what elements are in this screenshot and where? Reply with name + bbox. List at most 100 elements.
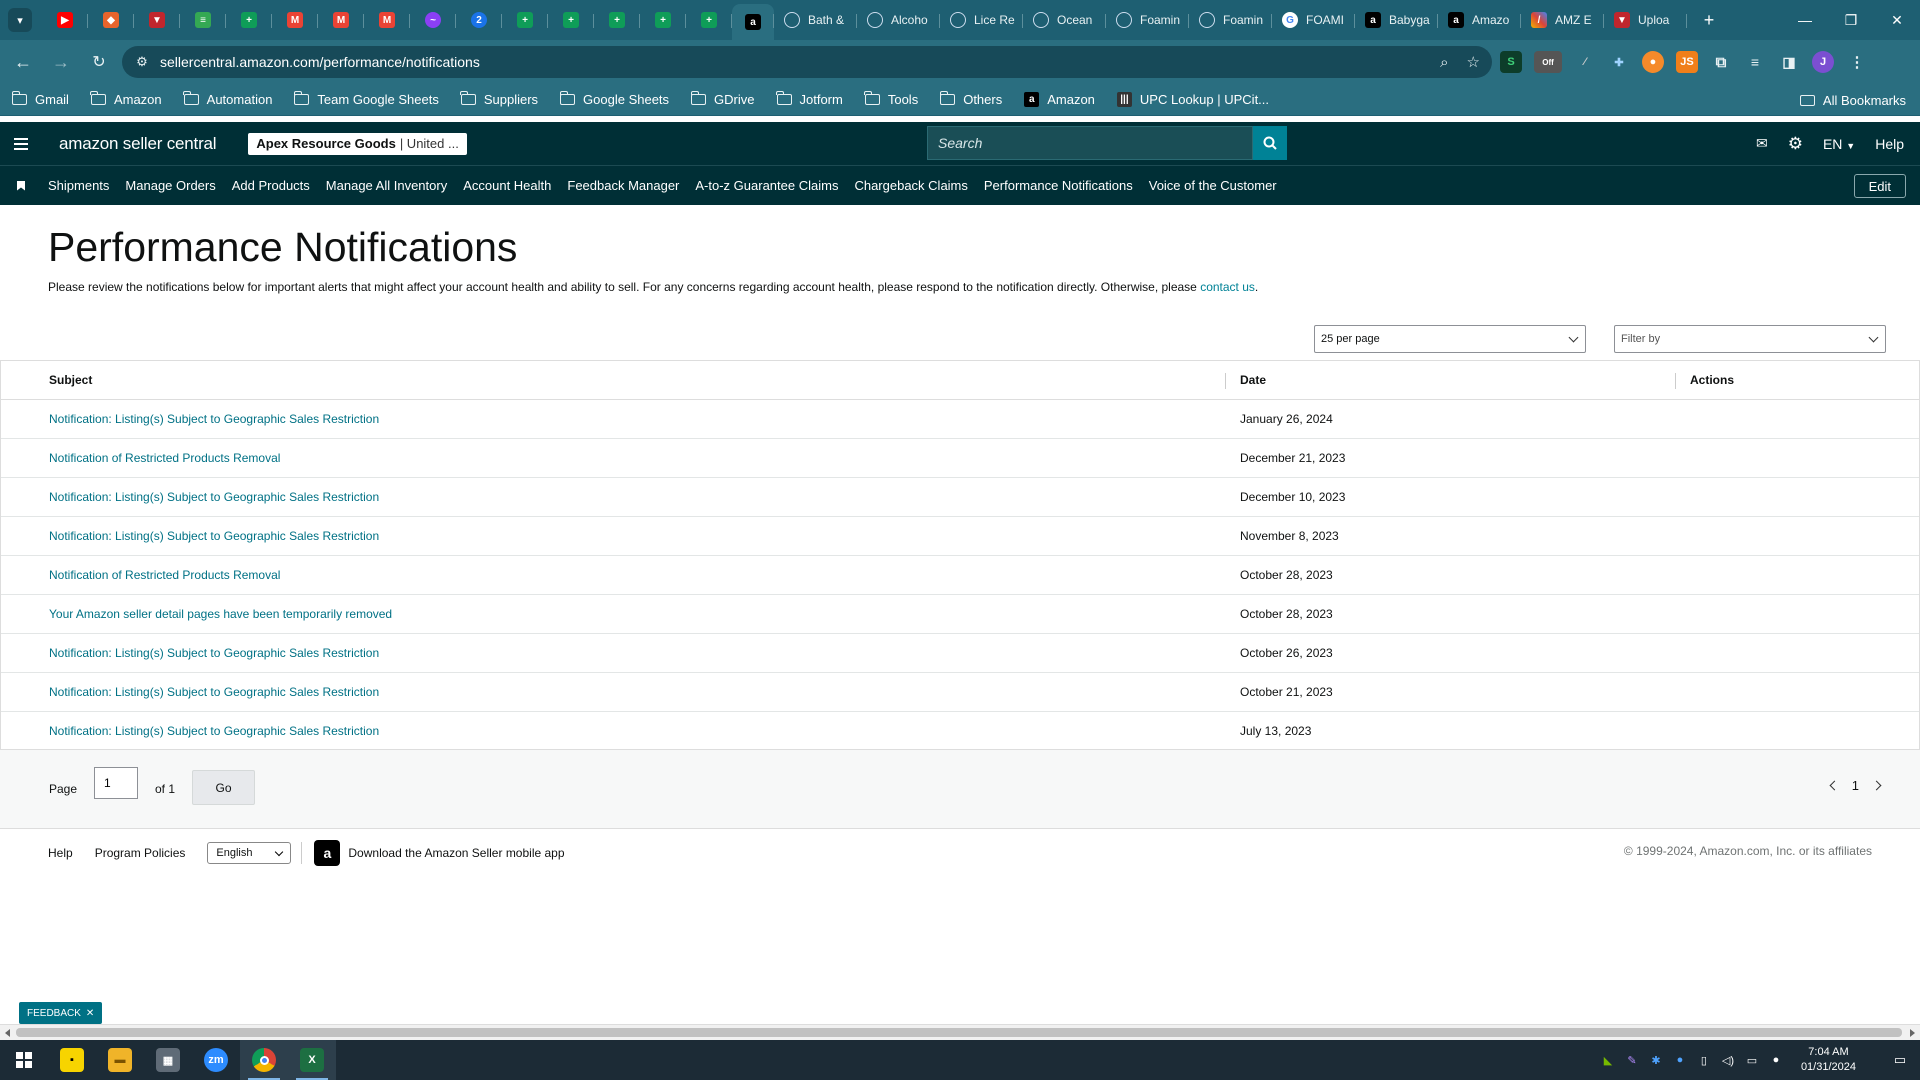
- media-control-icon[interactable]: ≡: [1744, 51, 1766, 73]
- reload-icon[interactable]: ↻: [82, 45, 116, 79]
- taskbar-chrome[interactable]: [240, 1040, 288, 1080]
- bookmark-star-icon[interactable]: ☆: [1467, 53, 1480, 71]
- pinned-tab-4[interactable]: ≡: [180, 4, 226, 36]
- bookmark-folder[interactable]: Jotform: [776, 91, 843, 107]
- bluetooth-icon[interactable]: ✱: [1649, 1053, 1663, 1067]
- pinned-tab-3[interactable]: ▼: [134, 4, 180, 36]
- bookmark-icon[interactable]: [17, 180, 25, 191]
- close-icon[interactable]: ✕: [86, 1008, 94, 1019]
- tab-5[interactable]: Foamin: [1189, 4, 1272, 36]
- feedback-button[interactable]: FEEDBACK ✕: [19, 1002, 103, 1024]
- bookmark-folder[interactable]: Google Sheets: [559, 91, 669, 107]
- bookmark-folder[interactable]: Automation: [183, 91, 272, 107]
- nav-link[interactable]: Feedback Manager: [567, 178, 679, 193]
- system-clock[interactable]: 7:04 AM 01/31/2024: [1801, 1045, 1856, 1075]
- chevron-right-icon[interactable]: [1871, 780, 1882, 791]
- tab-search-button[interactable]: ▾: [8, 8, 32, 32]
- taskbar-zoom[interactable]: zm: [192, 1040, 240, 1080]
- pinned-tab-13[interactable]: +: [594, 4, 640, 36]
- nav-link[interactable]: A-to-z Guarantee Claims: [695, 178, 838, 193]
- notification-subject-link[interactable]: Notification: Listing(s) Subject to Geog…: [49, 529, 379, 543]
- extension-icon[interactable]: ⁄: [1574, 51, 1596, 73]
- hamburger-menu-icon[interactable]: [1, 122, 41, 165]
- battery-icon[interactable]: ▯: [1697, 1053, 1711, 1067]
- pinned-tab-9[interactable]: ~: [410, 4, 456, 36]
- pinned-tab-youtube[interactable]: ▶: [42, 4, 88, 36]
- pinned-tab-15[interactable]: +: [686, 4, 732, 36]
- zoom-tray-icon[interactable]: ●: [1673, 1053, 1687, 1067]
- per-page-select[interactable]: 25 per page: [1314, 325, 1586, 353]
- all-bookmarks-button[interactable]: All Bookmarks: [1799, 84, 1906, 116]
- notification-subject-link[interactable]: Notification: Listing(s) Subject to Geog…: [49, 724, 379, 738]
- help-link[interactable]: Help: [1875, 136, 1904, 152]
- chevron-left-icon[interactable]: [1829, 780, 1840, 791]
- address-bar[interactable]: ⚙ sellercentral.amazon.com/performance/n…: [122, 46, 1492, 78]
- notification-subject-link[interactable]: Notification: Listing(s) Subject to Geog…: [49, 685, 379, 699]
- column-header-date[interactable]: Date: [1225, 360, 1675, 400]
- search-input[interactable]: [927, 126, 1253, 160]
- microphone-icon[interactable]: ●: [1769, 1053, 1783, 1067]
- taskbar-file-explorer[interactable]: ▬: [96, 1040, 144, 1080]
- horizontal-scrollbar[interactable]: [0, 1024, 1920, 1040]
- zoom-icon[interactable]: ⌕: [1440, 54, 1448, 71]
- gear-icon[interactable]: ⚙: [1788, 134, 1803, 154]
- nav-link[interactable]: Manage All Inventory: [326, 178, 447, 193]
- notification-subject-link[interactable]: Notification: Listing(s) Subject to Geog…: [49, 490, 379, 504]
- pen-icon[interactable]: ✎: [1625, 1053, 1639, 1067]
- bookmark-link[interactable]: a Amazon: [1024, 92, 1095, 107]
- extension-off-badge-icon[interactable]: Off: [1534, 51, 1562, 73]
- volume-icon[interactable]: ◁): [1721, 1053, 1735, 1067]
- pinned-tab-14[interactable]: +: [640, 4, 686, 36]
- pinned-tab-7[interactable]: M: [318, 4, 364, 36]
- column-header-subject[interactable]: Subject: [0, 360, 1225, 400]
- minimize-icon[interactable]: —: [1782, 0, 1828, 40]
- taskbar-sticky-notes[interactable]: ▪: [48, 1040, 96, 1080]
- contact-us-link[interactable]: contact us: [1200, 280, 1255, 294]
- nvidia-icon[interactable]: ◣: [1601, 1053, 1615, 1067]
- seller-central-logo[interactable]: amazon seller central: [59, 134, 217, 154]
- go-button[interactable]: Go: [192, 770, 255, 805]
- bookmark-folder[interactable]: Suppliers: [460, 91, 538, 107]
- nav-link[interactable]: Manage Orders: [125, 178, 215, 193]
- amazon-app-icon[interactable]: a: [314, 840, 341, 866]
- restore-icon[interactable]: ❐: [1828, 0, 1874, 40]
- tab-2[interactable]: Lice Re: [940, 4, 1023, 36]
- bookmark-folder[interactable]: Others: [939, 91, 1002, 107]
- taskbar-excel[interactable]: X: [288, 1040, 336, 1080]
- language-select[interactable]: English: [207, 842, 292, 864]
- notification-subject-link[interactable]: Your Amazon seller detail pages have bee…: [49, 607, 392, 621]
- pinned-tab-2[interactable]: ◆: [88, 4, 134, 36]
- tab-0[interactable]: Bath &: [774, 4, 857, 36]
- tab-4[interactable]: Foamin: [1106, 4, 1189, 36]
- forward-arrow-icon[interactable]: →: [44, 45, 78, 79]
- search-button[interactable]: [1253, 126, 1287, 160]
- pinned-tab-6[interactable]: M: [272, 4, 318, 36]
- tab-6[interactable]: G FOAMI: [1272, 4, 1355, 36]
- puzzle-extension-icon[interactable]: ✚: [1608, 51, 1630, 73]
- tab-3[interactable]: Ocean: [1023, 4, 1106, 36]
- language-selector[interactable]: EN ▼: [1823, 136, 1855, 152]
- store-selector[interactable]: Apex Resource Goods | United ...: [248, 132, 467, 155]
- profile-avatar[interactable]: J: [1812, 51, 1834, 73]
- nav-link[interactable]: Voice of the Customer: [1149, 178, 1277, 193]
- new-tab-button[interactable]: +: [1695, 10, 1723, 31]
- taskbar-calculator[interactable]: ▦: [144, 1040, 192, 1080]
- site-info-icon[interactable]: ⚙: [128, 54, 156, 70]
- notification-center-icon[interactable]: ▭: [1880, 1040, 1920, 1080]
- nav-link[interactable]: Performance Notifications: [984, 178, 1133, 193]
- bookmark-folder[interactable]: Tools: [864, 91, 918, 107]
- pinned-tab-8[interactable]: M: [364, 4, 410, 36]
- back-arrow-icon[interactable]: ←: [6, 45, 40, 79]
- start-button[interactable]: [0, 1040, 48, 1080]
- pinned-tab-10[interactable]: 2: [456, 4, 502, 36]
- notification-subject-link[interactable]: Notification of Restricted Products Remo…: [49, 568, 280, 582]
- pinned-tab-12[interactable]: +: [548, 4, 594, 36]
- tab-9[interactable]: / AMZ E: [1521, 4, 1604, 36]
- nav-link[interactable]: Chargeback Claims: [854, 178, 967, 193]
- pinned-tab-5[interactable]: +: [226, 4, 272, 36]
- extension-icon[interactable]: ●: [1642, 51, 1664, 73]
- network-icon[interactable]: ▭: [1745, 1053, 1759, 1067]
- edit-shortcuts-button[interactable]: Edit: [1853, 174, 1906, 198]
- tab-7[interactable]: a Babyga: [1355, 4, 1438, 36]
- nav-link[interactable]: Shipments: [48, 178, 109, 193]
